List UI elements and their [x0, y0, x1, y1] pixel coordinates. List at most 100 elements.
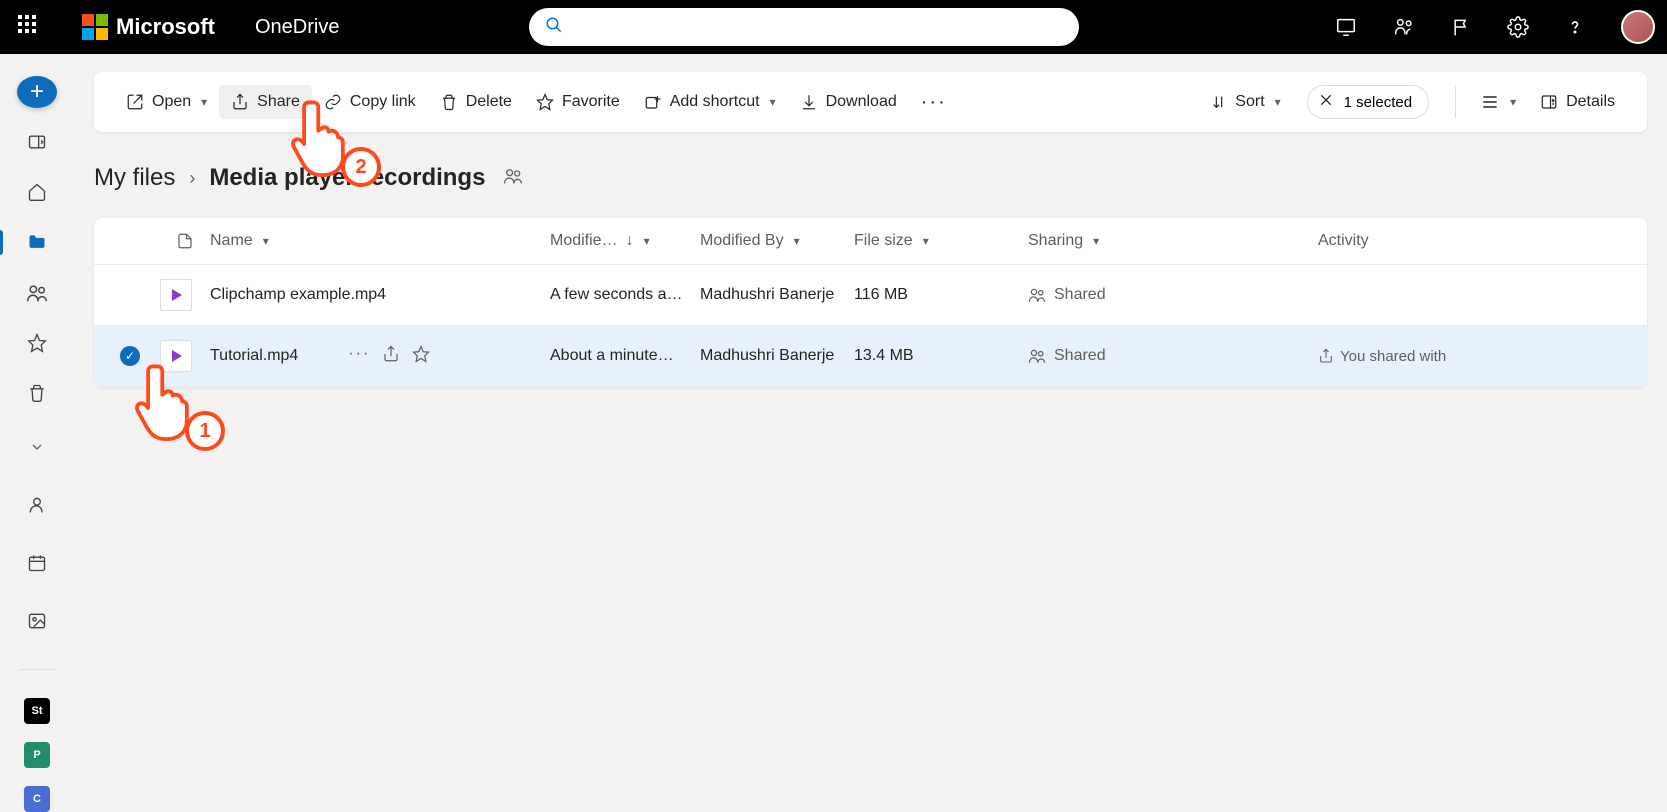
- file-type-column-icon[interactable]: [160, 232, 210, 250]
- video-file-icon: [160, 279, 192, 311]
- column-sharing[interactable]: Sharing▾: [1028, 232, 1318, 250]
- annotation-badge-1: 1: [185, 411, 225, 451]
- sidebar-shared-icon[interactable]: [17, 277, 57, 309]
- sort-arrow-icon: ↓: [626, 232, 634, 250]
- sidebar-app-stream[interactable]: St: [24, 698, 50, 724]
- breadcrumb-current: Media player recordings: [209, 164, 485, 192]
- chevron-down-icon: ▾: [644, 234, 650, 248]
- sidebar: + St P C: [0, 54, 74, 812]
- copy-link-button[interactable]: Copy link: [312, 85, 428, 119]
- favorite-label: Favorite: [562, 93, 620, 111]
- file-size: 116 MB: [854, 286, 1028, 304]
- sidebar-people-icon[interactable]: [17, 485, 57, 525]
- column-modified-by[interactable]: Modified By▾: [700, 232, 854, 250]
- file-activity: You shared with: [1318, 348, 1518, 365]
- app-name[interactable]: OneDrive: [255, 16, 339, 39]
- table-row[interactable]: Clipchamp example.mp4 A few seconds a… M…: [94, 265, 1647, 326]
- sidebar-app-clipchamp[interactable]: C: [24, 786, 50, 812]
- top-header: Microsoft OneDrive: [0, 0, 1667, 54]
- microsoft-logo[interactable]: Microsoft: [82, 14, 215, 40]
- app-launcher-icon[interactable]: [18, 15, 42, 39]
- star-icon: [536, 93, 554, 111]
- header-right: [1335, 10, 1655, 44]
- row-share-icon[interactable]: [382, 345, 400, 368]
- chevron-down-icon: ▾: [794, 234, 800, 248]
- download-button[interactable]: Download: [788, 85, 909, 119]
- table-header: Name▾ Modifie…↓▾ Modified By▾ File size▾…: [94, 218, 1647, 265]
- chevron-down-icon: ▾: [1093, 234, 1099, 248]
- sidebar-date-icon[interactable]: [17, 543, 57, 583]
- shortcut-icon: [644, 93, 662, 111]
- delete-button[interactable]: Delete: [428, 85, 524, 119]
- sidebar-home-icon[interactable]: [17, 176, 57, 208]
- open-label: Open: [152, 93, 191, 111]
- column-name[interactable]: Name▾: [210, 232, 550, 250]
- file-table: Name▾ Modifie…↓▾ Modified By▾ File size▾…: [94, 218, 1647, 387]
- sidebar-recycle-icon[interactable]: [17, 377, 57, 409]
- help-icon[interactable]: [1565, 17, 1585, 37]
- chevron-right-icon: ›: [189, 168, 195, 189]
- sort-button[interactable]: Sort ▾: [1199, 85, 1292, 119]
- chevron-down-icon: ▾: [263, 234, 269, 248]
- sidebar-favorites-icon[interactable]: [17, 327, 57, 359]
- column-file-size[interactable]: File size▾: [854, 232, 1028, 250]
- delete-icon: [440, 93, 458, 111]
- file-modified: A few seconds a…: [550, 286, 700, 304]
- row-favorite-icon[interactable]: [412, 345, 430, 368]
- close-icon[interactable]: [1318, 92, 1334, 112]
- breadcrumb: My files › Media player recordings: [94, 164, 1647, 192]
- file-sharing[interactable]: Shared: [1028, 347, 1318, 365]
- avatar[interactable]: [1621, 10, 1655, 44]
- add-button[interactable]: +: [17, 76, 57, 108]
- list-icon: [1480, 92, 1500, 112]
- file-modified-by: Madhushri Banerje: [700, 347, 854, 365]
- flag-icon[interactable]: [1451, 17, 1471, 37]
- sort-icon: [1211, 94, 1227, 110]
- divider: [1455, 86, 1456, 118]
- search-icon: [545, 16, 563, 39]
- add-shortcut-button[interactable]: Add shortcut ▾: [632, 85, 788, 119]
- delete-label: Delete: [466, 93, 512, 111]
- open-button[interactable]: Open ▾: [114, 85, 219, 119]
- chevron-down-icon: ▾: [923, 234, 929, 248]
- monitor-icon[interactable]: [1335, 16, 1357, 38]
- file-modified: About a minute…: [550, 347, 700, 365]
- link-icon: [324, 93, 342, 111]
- sidebar-panel-icon[interactable]: [17, 126, 57, 158]
- sidebar-expand-icon[interactable]: [17, 431, 57, 463]
- shared-folder-icon[interactable]: [503, 166, 523, 191]
- copy-link-label: Copy link: [350, 93, 416, 111]
- share-label: Share: [257, 93, 300, 111]
- info-panel-icon: [1540, 93, 1558, 111]
- file-name[interactable]: Clipchamp example.mp4: [210, 286, 386, 304]
- file-modified-by: Madhushri Banerje: [700, 286, 854, 304]
- sidebar-files-icon[interactable]: [17, 226, 57, 258]
- row-checkbox[interactable]: ✓: [120, 346, 140, 366]
- search-input[interactable]: [529, 8, 1079, 46]
- sidebar-app-planner[interactable]: P: [24, 742, 50, 768]
- details-button[interactable]: Details: [1528, 85, 1627, 119]
- table-row[interactable]: ✓ Tutorial.mp4 ··· About a minute… Madhu…: [94, 326, 1647, 387]
- file-sharing[interactable]: Shared: [1028, 286, 1318, 304]
- column-modified[interactable]: Modifie…↓▾: [550, 232, 700, 250]
- teams-icon[interactable]: [1393, 16, 1415, 38]
- column-activity: Activity: [1318, 232, 1518, 250]
- favorite-button[interactable]: Favorite: [524, 85, 632, 119]
- breadcrumb-root[interactable]: My files: [94, 164, 175, 192]
- chevron-down-icon: ▾: [201, 95, 207, 109]
- selected-chip[interactable]: 1 selected: [1307, 85, 1429, 119]
- download-label: Download: [826, 93, 897, 111]
- file-name[interactable]: Tutorial.mp4: [210, 347, 298, 365]
- row-more-icon[interactable]: ···: [348, 345, 370, 368]
- more-button[interactable]: ···: [909, 83, 959, 122]
- settings-icon[interactable]: [1507, 16, 1529, 38]
- view-button[interactable]: ▾: [1468, 84, 1528, 120]
- chevron-down-icon: ▾: [770, 95, 776, 109]
- chevron-down-icon: ▾: [1275, 95, 1281, 109]
- share-button[interactable]: Share: [219, 85, 312, 119]
- open-icon: [126, 93, 144, 111]
- add-shortcut-label: Add shortcut: [670, 93, 760, 111]
- file-size: 13.4 MB: [854, 347, 1028, 365]
- sidebar-photos-icon[interactable]: [17, 601, 57, 641]
- details-label: Details: [1566, 93, 1615, 111]
